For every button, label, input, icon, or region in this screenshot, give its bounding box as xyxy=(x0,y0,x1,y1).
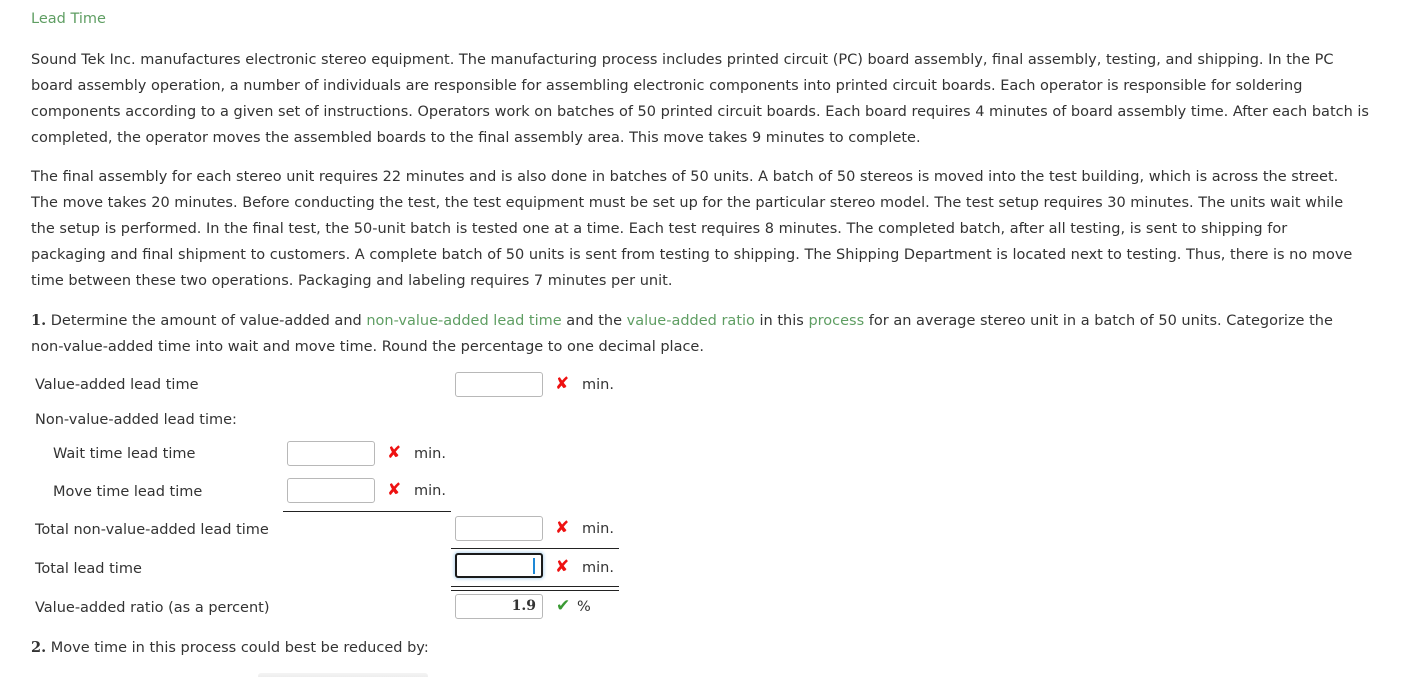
incorrect-icon: ✘ xyxy=(555,518,570,538)
question-text: and the xyxy=(561,313,627,329)
incorrect-icon: ✘ xyxy=(387,443,402,463)
wait-time-label: Wait time lead time xyxy=(53,446,196,462)
intro-paragraph-2: The final assembly for each stereo unit … xyxy=(31,164,1423,294)
correct-check-icon: ✔ xyxy=(556,596,571,616)
grand-total-double-rule xyxy=(451,586,619,591)
intro-line: completed, the operator moves the assemb… xyxy=(31,130,921,146)
question-2: 2. Move time in this process could best … xyxy=(31,635,1423,661)
intro-line: packaging and final shipment to customer… xyxy=(31,247,1353,263)
question-text: Determine the amount of value-added and xyxy=(46,313,367,329)
intro-paragraph-1: Sound Tek Inc. manufactures electronic s… xyxy=(31,47,1423,151)
total-rule xyxy=(451,548,619,549)
question-1: 1. Determine the amount of value-added a… xyxy=(31,308,1423,360)
move-time-label: Move time lead time xyxy=(53,484,203,500)
move-time-input[interactable] xyxy=(287,478,375,503)
intro-line: time between these two operations. Packa… xyxy=(31,273,673,289)
question-number: 1. xyxy=(31,312,47,329)
incorrect-icon: ✘ xyxy=(555,557,570,577)
incorrect-icon: ✘ xyxy=(555,374,570,394)
unit-label: % xyxy=(577,599,591,615)
value-added-input[interactable] xyxy=(455,372,543,397)
va-ratio-label: Value-added ratio (as a percent) xyxy=(35,600,270,616)
question-text: in this xyxy=(754,313,809,329)
value-added-label: Value-added lead time xyxy=(35,377,199,393)
total-lead-time-label: Total lead time xyxy=(35,561,142,577)
question-text: for an average stereo unit in a batch of… xyxy=(864,313,1333,329)
unit-label: min. xyxy=(582,560,614,576)
total-nva-label: Total non-value-added lead time xyxy=(35,522,269,538)
question-2-line: 2. Move time in this process could best … xyxy=(31,635,1423,661)
subtotal-rule xyxy=(283,511,451,512)
unit-label: min. xyxy=(582,377,614,393)
glossary-link-process[interactable]: process xyxy=(808,313,864,329)
intro-line: components according to a given set of i… xyxy=(31,104,1369,120)
question-1-line-2: non-value-added time into wait and move … xyxy=(31,339,704,355)
question-number: 2. xyxy=(31,639,47,656)
glossary-link-nva-lead-time[interactable]: non-value-added lead time xyxy=(366,313,561,329)
dropdown-select-partial[interactable] xyxy=(258,673,428,677)
incorrect-icon: ✘ xyxy=(387,480,402,500)
total-lead-time-input[interactable] xyxy=(455,553,543,578)
intro-line: The final assembly for each stereo unit … xyxy=(31,169,1339,185)
question-text: Move time in this process could best be … xyxy=(46,640,429,656)
intro-line: board assembly operation, a number of in… xyxy=(31,78,1303,94)
unit-label: min. xyxy=(582,521,614,537)
va-ratio-input[interactable]: 1.9 xyxy=(455,594,543,619)
text-caret xyxy=(533,558,535,574)
nva-heading: Non-value-added lead time: xyxy=(35,412,237,428)
glossary-link-value-added-ratio[interactable]: value-added ratio xyxy=(627,313,755,329)
page-title: Lead Time xyxy=(31,11,106,27)
unit-label: min. xyxy=(414,483,446,499)
unit-label: min. xyxy=(414,446,446,462)
intro-line: Sound Tek Inc. manufactures electronic s… xyxy=(31,52,1334,68)
intro-line: The move takes 20 minutes. Before conduc… xyxy=(31,195,1344,211)
total-nva-input[interactable] xyxy=(455,516,543,541)
wait-time-input[interactable] xyxy=(287,441,375,466)
question-1-line-1: 1. Determine the amount of value-added a… xyxy=(31,308,1423,334)
intro-line: the setup is performed. In the final tes… xyxy=(31,221,1288,237)
